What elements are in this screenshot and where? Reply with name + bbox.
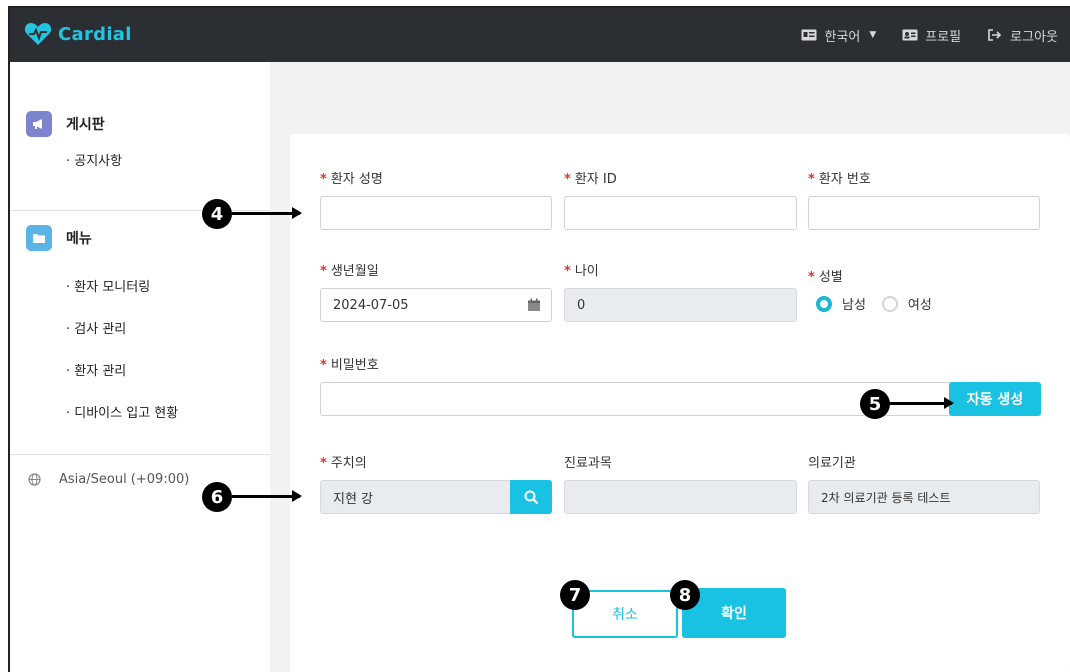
megaphone-icon — [26, 111, 52, 137]
institution-label: 의료기관 — [808, 456, 856, 471]
sidebar-item-device-intake[interactable]: · 디바이스 입고 현황 — [10, 393, 270, 435]
calendar-icon[interactable] — [527, 298, 541, 312]
age-input: 0 — [564, 288, 797, 322]
sidebar-head-menu[interactable]: 메뉴 — [10, 221, 270, 255]
age-label: * 나이 — [564, 264, 599, 279]
app-frame: Cardial 한국어 ▼ 프로필 로그아웃 게시판 · 공지사항 메뉴 · 환… — [8, 6, 1070, 672]
heart-logo-icon — [24, 23, 52, 45]
doctor-search-button[interactable] — [510, 480, 552, 514]
search-icon — [524, 490, 538, 504]
department-input — [564, 480, 797, 514]
birthdate-input[interactable]: 2024-07-05 — [320, 288, 552, 322]
folder-icon — [26, 225, 52, 251]
patient-name-label: * 환자 성명 — [320, 172, 383, 187]
institution-input: 2차 의료기관 등록 테스트 — [808, 480, 1040, 514]
annotation-marker: 4 — [202, 199, 232, 229]
sidebar-board-label: 게시판 — [66, 117, 105, 133]
sidebar-menu-label: 메뉴 — [66, 231, 92, 247]
globe-icon — [28, 473, 41, 486]
patient-number-label: * 환자 번호 — [808, 172, 871, 187]
gender-male-label[interactable]: 남성 — [842, 294, 866, 313]
gender-label: * 성별 — [808, 270, 843, 285]
sidebar-section-menu: 메뉴 · 환자 모니터링 · 검사 관리 · 환자 관리 · 디바이스 입고 현… — [10, 221, 270, 435]
top-navbar: Cardial 한국어 ▼ 프로필 로그아웃 — [10, 8, 1070, 62]
patient-id-label: * 환자 ID — [564, 172, 617, 187]
auto-generate-button[interactable]: 자동 생성 — [949, 382, 1041, 416]
profile-label: 프로필 — [925, 29, 962, 45]
language-card-icon — [801, 29, 817, 41]
logo-text: Cardial — [58, 23, 132, 45]
birthdate-value: 2024-07-05 — [333, 297, 409, 313]
sidebar: 게시판 · 공지사항 메뉴 · 환자 모니터링 · 검사 관리 · 환자 관리 … — [10, 62, 270, 672]
birthdate-label: * 생년월일 — [320, 264, 379, 279]
main-content: * 환자 성명 * 환자 ID * 환자 번호 * 생년월일 2024-07-05 * 나… — [270, 62, 1070, 672]
sidebar-item-patient-monitoring-label: 환자 모니터링 — [74, 280, 151, 295]
logout-label: 로그아웃 — [1010, 29, 1058, 45]
patient-name-input[interactable] — [320, 196, 552, 230]
patient-id-input[interactable] — [564, 196, 797, 230]
patient-number-input[interactable] — [808, 196, 1040, 230]
annotation-marker: 6 — [202, 482, 232, 512]
sidebar-item-patient-monitoring[interactable]: · 환자 모니터링 — [10, 267, 270, 309]
department-label: 진료과목 — [564, 456, 612, 471]
attending-doctor-input: 지현 강 — [320, 480, 514, 514]
language-dropdown[interactable]: 한국어 ▼ — [801, 26, 876, 45]
logo[interactable]: Cardial — [24, 22, 132, 46]
sidebar-head-board[interactable]: 게시판 — [10, 107, 270, 141]
attending-doctor-label: * 주치의 — [320, 456, 367, 471]
logout-link[interactable]: 로그아웃 — [987, 26, 1058, 45]
annotation-arrow — [890, 397, 954, 409]
gender-radio-group: 남성 여성 — [816, 294, 948, 313]
sidebar-item-exam-management[interactable]: · 검사 관리 — [10, 309, 270, 351]
annotation-arrow — [232, 490, 302, 502]
sidebar-item-notice[interactable]: · 공지사항 — [10, 141, 270, 183]
annotation-arrow — [232, 207, 302, 219]
gender-male-radio[interactable] — [816, 295, 832, 312]
caret-down-icon: ▼ — [869, 30, 877, 40]
top-nav-links: 한국어 ▼ 프로필 로그아웃 — [801, 8, 1058, 62]
sidebar-item-notice-label: 공지사항 — [74, 154, 123, 169]
gender-female-label[interactable]: 여성 — [908, 294, 932, 313]
password-input[interactable] — [320, 382, 952, 416]
password-label: * 비밀번호 — [320, 358, 379, 373]
sidebar-item-patient-management-label: 환자 관리 — [74, 364, 127, 379]
timezone-selector[interactable]: Asia/Seoul (+09:00) — [28, 472, 189, 487]
sidebar-divider — [10, 454, 270, 455]
sidebar-item-exam-management-label: 검사 관리 — [74, 322, 127, 337]
sidebar-item-device-intake-label: 디바이스 입고 현황 — [74, 406, 179, 421]
profile-link[interactable]: 프로필 — [902, 26, 961, 45]
sign-out-icon — [987, 29, 1003, 41]
id-card-icon — [902, 29, 918, 41]
annotation-marker: 7 — [560, 580, 590, 610]
timezone-label: Asia/Seoul (+09:00) — [59, 472, 190, 487]
annotation-marker: 8 — [670, 580, 700, 610]
sidebar-section-board: 게시판 · 공지사항 — [10, 107, 270, 183]
gender-female-radio[interactable] — [881, 295, 898, 312]
language-label: 한국어 — [824, 29, 861, 45]
sidebar-item-patient-management[interactable]: · 환자 관리 — [10, 351, 270, 393]
annotation-marker: 5 — [860, 389, 890, 419]
